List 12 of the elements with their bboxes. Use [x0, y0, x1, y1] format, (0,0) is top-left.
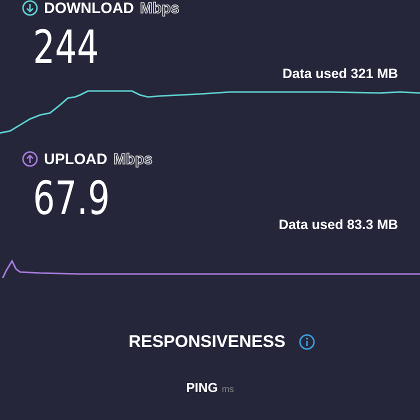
- section-title: DOWNLOAD: [44, 0, 134, 16]
- data-used-label: Data used 83.3 MB: [278, 217, 398, 232]
- info-icon[interactable]: [299, 334, 316, 350]
- data-used-label: Data used 321 MB: [282, 66, 398, 81]
- responsiveness-heading: RESPONSIVENESS: [128, 332, 286, 352]
- section-title: UPLOAD: [44, 150, 108, 168]
- speed-value: 67.9: [32, 173, 110, 223]
- unit-label: Mbps: [113, 150, 153, 168]
- unit-label: ms: [222, 384, 234, 394]
- ping-heading: PING: [186, 380, 218, 395]
- unit-label: Mbps: [140, 0, 180, 16]
- speed-value: 244: [32, 22, 99, 72]
